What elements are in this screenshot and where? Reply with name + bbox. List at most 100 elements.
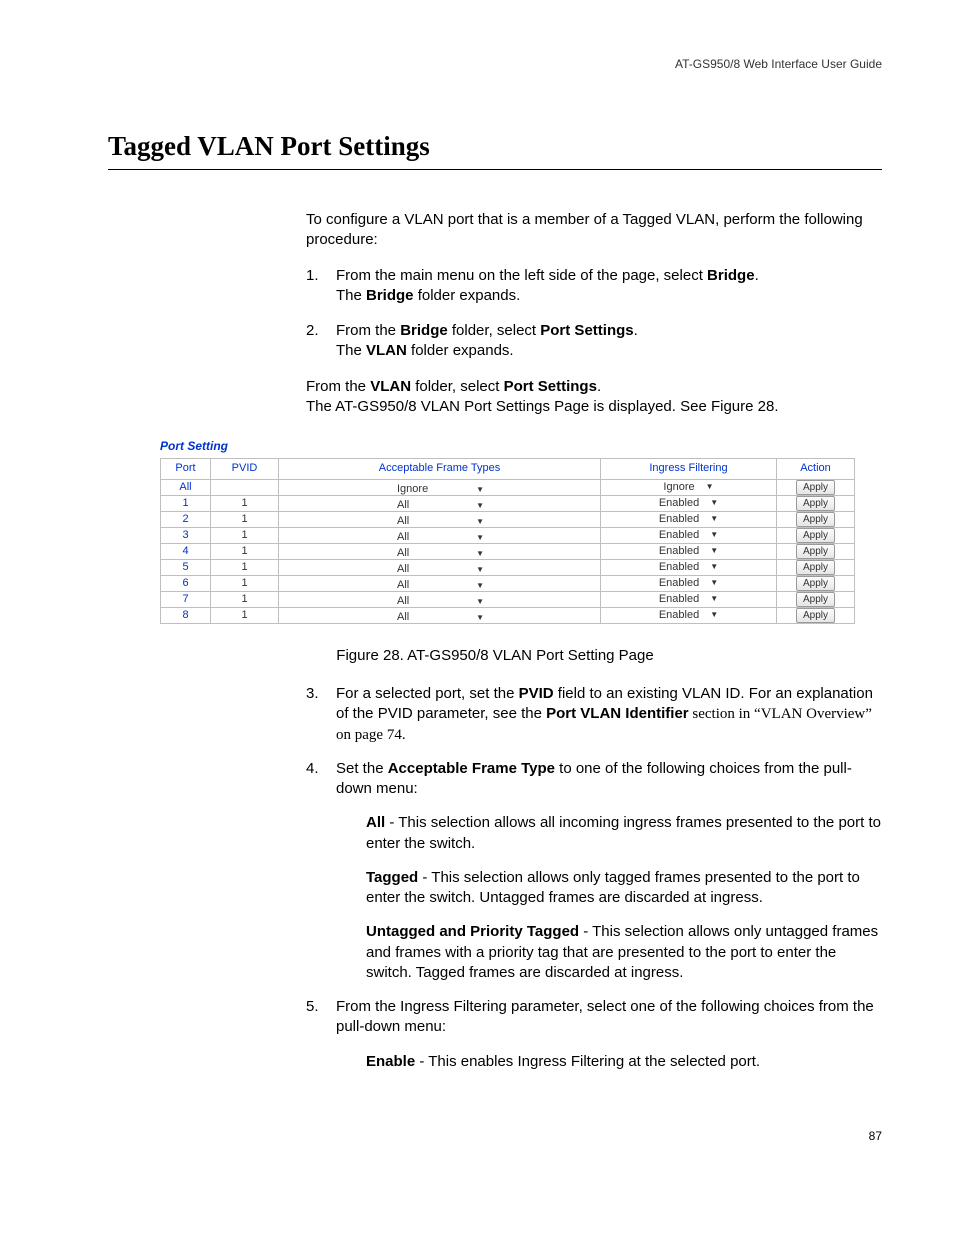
step-text: From the (336, 322, 400, 339)
cell-action: Apply (777, 559, 855, 575)
keyword: Port Settings (540, 322, 633, 339)
chevron-down-icon: ▼ (476, 581, 484, 592)
cell-pvid: 1 (211, 511, 279, 527)
keyword: VLAN (370, 378, 411, 395)
apply-button[interactable]: Apply (796, 496, 835, 511)
cell-port: 2 (161, 511, 211, 527)
table-row: 71All▼Enabled ▼Apply (161, 591, 855, 607)
cell-frame: All▼ (279, 575, 601, 591)
cell-port: 7 (161, 591, 211, 607)
cell-pvid: 1 (211, 607, 279, 623)
col-filter: Ingress Filtering (601, 458, 777, 479)
ingress-filter-dropdown[interactable]: Ignore ▼ (605, 480, 772, 495)
cell-filter: Ignore ▼ (601, 479, 777, 495)
step-text: . (634, 322, 638, 339)
table-row: 11All▼Enabled ▼Apply (161, 495, 855, 511)
cell-frame: Ignore▼ (279, 479, 601, 495)
cell-action: Apply (777, 543, 855, 559)
intro-paragraph: To configure a VLAN port that is a membe… (306, 210, 882, 251)
step-text: For a selected port, set the (336, 685, 519, 702)
apply-button[interactable]: Apply (796, 528, 835, 543)
table-row: 51All▼ Enabled ▼ Apply (161, 559, 855, 575)
chevron-down-icon: ▼ (710, 498, 718, 509)
text: - This enables Ingress Filtering at the … (415, 1053, 760, 1070)
chevron-down-icon: ▼ (710, 610, 718, 621)
ingress-filter-dropdown[interactable]: Enabled ▼ (605, 528, 772, 543)
step-2: 2. From the Bridge folder, select Port S… (306, 321, 882, 362)
cell-pvid: 1 (211, 527, 279, 543)
option-enable: Enable - This enables Ingress Filtering … (366, 1052, 882, 1072)
ingress-filter-dropdown[interactable]: Enabled ▼ (605, 544, 772, 559)
cell-filter: Enabled ▼ (601, 527, 777, 543)
apply-button[interactable]: Apply (796, 560, 835, 575)
step-text: Set the (336, 760, 388, 777)
cell-filter: Enabled ▼ (601, 591, 777, 607)
table-row: 61All▼Enabled ▼Apply (161, 575, 855, 591)
cell-filter: Enabled ▼ (601, 607, 777, 623)
option-tagged: Tagged - This selection allows only tagg… (366, 868, 882, 909)
cell-port: 4 (161, 543, 211, 559)
cell-pvid: 1 (211, 495, 279, 511)
ingress-filter-dropdown[interactable]: Enabled ▼ (605, 592, 772, 607)
cell-frame: All▼ (279, 511, 601, 527)
keyword: Port VLAN Identifier (546, 705, 689, 722)
apply-button[interactable]: Apply (796, 592, 835, 607)
step-text: From the main menu on the left side of t… (336, 267, 707, 284)
port-setting-table: Port PVID Acceptable Frame Types Ingress… (160, 458, 855, 624)
chevron-down-icon: ▼ (476, 517, 484, 528)
cell-pvid (211, 479, 279, 495)
chevron-down-icon: ▼ (710, 530, 718, 541)
cell-action: Apply (777, 527, 855, 543)
step-text: folder, select (448, 322, 541, 339)
keyword: Enable (366, 1053, 415, 1070)
cell-port: 1 (161, 495, 211, 511)
cell-frame: All▼ (279, 559, 601, 575)
cell-port: 5 (161, 559, 211, 575)
step-1: 1. From the main menu on the left side o… (306, 266, 882, 307)
page-number: 87 (108, 1128, 882, 1144)
apply-button[interactable]: Apply (796, 608, 835, 623)
cell-filter: Enabled ▼ (601, 559, 777, 575)
apply-button[interactable]: Apply (796, 544, 835, 559)
cell-action: Apply (777, 607, 855, 623)
keyword: Bridge (366, 287, 414, 304)
chevron-down-icon: ▼ (476, 613, 484, 624)
title-rule (108, 169, 882, 170)
text: - This selection allows only tagged fram… (366, 869, 860, 906)
step-number: 3. (306, 684, 319, 704)
cell-pvid: 1 (211, 559, 279, 575)
keyword: Acceptable Frame Type (388, 760, 555, 777)
figure-port-setting: Port Setting Port PVID Acceptable Frame … (160, 438, 882, 624)
ingress-filter-dropdown[interactable]: Enabled ▼ (605, 608, 772, 623)
table-row: 31All▼Enabled ▼Apply (161, 527, 855, 543)
apply-button[interactable]: Apply (796, 576, 835, 591)
chevron-down-icon: ▼ (476, 597, 484, 608)
chevron-down-icon: ▼ (710, 546, 718, 557)
step-text: . (755, 267, 759, 284)
step-number: 1. (306, 266, 319, 286)
ingress-filter-dropdown[interactable]: Enabled ▼ (605, 512, 772, 527)
apply-button[interactable]: Apply (796, 480, 835, 495)
text: . (597, 378, 601, 395)
keyword: VLAN (366, 342, 407, 359)
step-text: The (336, 287, 366, 304)
table-row: 41All▼Enabled ▼Apply (161, 543, 855, 559)
page-header-right: AT-GS950/8 Web Interface User Guide (108, 56, 882, 72)
cell-action: Apply (777, 511, 855, 527)
ingress-filter-dropdown[interactable]: Enabled ▼ (605, 560, 772, 575)
cell-filter: Enabled ▼ (601, 543, 777, 559)
ingress-filter-dropdown[interactable]: Enabled ▼ (605, 576, 772, 591)
ingress-filter-dropdown[interactable]: Enabled ▼ (605, 496, 772, 511)
keyword: Untagged and Priority Tagged (366, 923, 579, 940)
keyword: All (366, 814, 385, 831)
option-all: All - This selection allows all incoming… (366, 813, 882, 854)
step-4: 4. Set the Acceptable Frame Type to one … (306, 759, 882, 983)
keyword: Bridge (400, 322, 448, 339)
apply-button[interactable]: Apply (796, 512, 835, 527)
col-pvid: PVID (211, 458, 279, 479)
cell-port: 6 (161, 575, 211, 591)
figure-heading: Port Setting (160, 438, 882, 454)
chevron-down-icon: ▼ (476, 485, 484, 496)
chevron-down-icon: ▼ (706, 482, 714, 493)
keyword: Tagged (366, 869, 418, 886)
